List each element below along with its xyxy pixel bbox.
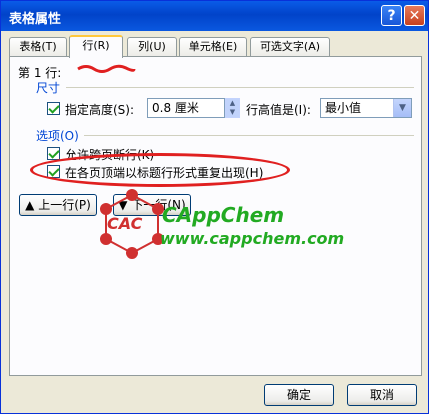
red-annotation-ellipse <box>30 153 290 187</box>
size-separator <box>66 87 414 88</box>
row-height-mode-value: 最小值 <box>325 101 362 115</box>
height-input[interactable]: 0.8 厘米 <box>147 98 225 118</box>
dialog-title: 表格属性 <box>9 12 62 27</box>
spin-down-icon[interactable]: ▼ <box>226 108 239 117</box>
cancel-button[interactable]: 取消 <box>347 384 417 406</box>
allow-break-checkbox[interactable] <box>47 147 60 160</box>
size-section-label: 尺寸 <box>36 81 61 95</box>
table-properties-dialog: 表格属性 ? ✕ 表格(T) 行(R) 列(U) 单元格(E) 可选文字(A) … <box>0 0 429 414</box>
previous-row-label: 上一行(P) <box>38 198 91 212</box>
specify-height-checkbox[interactable] <box>47 102 60 115</box>
options-separator <box>84 135 414 136</box>
ok-button[interactable]: 确定 <box>264 384 334 406</box>
watermark-brand: CAppChem <box>162 203 285 227</box>
redaction-scribble <box>77 64 136 73</box>
triangle-up-icon: ▲ <box>25 198 39 212</box>
title-bar[interactable]: 表格属性 ? ✕ <box>1 1 428 31</box>
tab-row[interactable]: 行(R) <box>69 35 123 58</box>
row-height-mode-select[interactable]: 最小值 ▼ <box>320 98 412 118</box>
options-section-label: 选项(O) <box>36 129 79 143</box>
chevron-down-icon[interactable]: ▼ <box>393 99 411 117</box>
height-spinner[interactable]: ▲ ▼ <box>225 98 240 118</box>
tab-table[interactable]: 表格(T) <box>9 37 67 57</box>
watermark-url: www.cappchem.com <box>160 229 345 248</box>
row-tab-panel: 第 1 行: 尺寸 指定高度(S): 0.8 厘米 ▲ ▼ 行高值是(I): 最… <box>9 56 422 376</box>
help-button[interactable]: ? <box>381 5 402 26</box>
spin-up-icon[interactable]: ▲ <box>226 99 239 108</box>
close-button[interactable]: ✕ <box>404 5 425 26</box>
previous-row-button[interactable]: ▲ 上一行(P) <box>19 194 97 216</box>
specify-height-label: 指定高度(S): <box>65 103 135 117</box>
tab-cell[interactable]: 单元格(E) <box>179 37 247 57</box>
tab-alt-text[interactable]: 可选文字(A) <box>250 37 330 57</box>
tab-column[interactable]: 列(U) <box>127 37 177 57</box>
watermark-logo-text: CAC <box>107 214 143 233</box>
row-height-is-label: 行高值是(I): <box>246 103 311 117</box>
